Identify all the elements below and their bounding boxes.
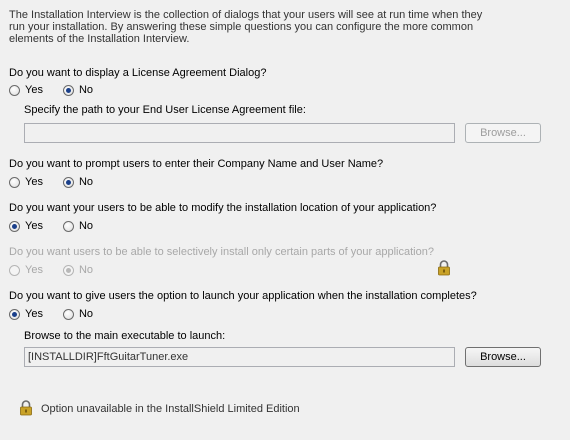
launch-exe-field[interactable]: [INSTALLDIR]FftGuitarTuner.exe [24,347,455,367]
license-browse-button[interactable]: Browse... [465,123,541,143]
lock-icon [437,260,451,276]
launch-exe-label: Browse to the main executable to launch: [24,330,226,342]
license-yes-radio[interactable]: Yes [9,84,43,96]
location-yes-label: Yes [25,220,43,232]
company-radio-group: Yes No [9,175,93,189]
location-no-label: No [78,220,94,232]
license-yes-label: Yes [25,84,43,96]
radio-circle[interactable] [9,308,20,320]
features-no-label: No [78,264,94,276]
license-radio-group: Yes No [9,83,93,97]
location-no-radio[interactable]: No [62,220,94,232]
license-path-label: Specify the path to your End User Licens… [24,104,306,116]
location-yes-radio[interactable]: Yes [9,220,43,232]
license-question: Do you want to display a License Agreeme… [9,67,267,79]
license-path-field[interactable] [24,123,455,143]
location-radio-group: Yes No [9,219,93,233]
license-no-label: No [78,84,94,96]
company-question: Do you want to prompt users to enter the… [9,158,384,170]
radio-circle[interactable] [62,308,74,320]
radio-circle[interactable] [62,220,74,232]
launch-yes-radio[interactable]: Yes [9,308,43,320]
radio-circle[interactable] [9,220,20,232]
radio-circle[interactable] [9,176,20,188]
license-no-radio[interactable]: No [62,84,94,96]
launch-radio-group: Yes No [9,307,93,321]
features-question: Do you want users to be able to selectiv… [9,246,434,258]
radio-circle[interactable] [9,84,20,96]
company-yes-radio[interactable]: Yes [9,176,43,188]
lock-icon [19,400,33,416]
features-no-radio: No [62,264,94,276]
location-question: Do you want your users to be able to mod… [9,202,437,214]
intro-text: The Installation Interview is the collec… [9,9,483,45]
features-radio-group: Yes No [9,263,93,277]
radio-circle [9,264,20,276]
company-no-radio[interactable]: No [62,176,94,188]
radio-circle [62,264,74,276]
features-yes-radio: Yes [9,264,43,276]
company-no-label: No [78,176,94,188]
features-yes-label: Yes [25,264,43,276]
launch-no-label: No [78,308,94,320]
radio-circle[interactable] [62,84,74,96]
launch-browse-button[interactable]: Browse... [465,347,541,367]
company-yes-label: Yes [25,176,43,188]
launch-no-radio[interactable]: No [62,308,94,320]
launch-yes-label: Yes [25,308,43,320]
radio-circle[interactable] [62,176,74,188]
footer-note: Option unavailable in the InstallShield … [41,403,300,415]
launch-question: Do you want to give users the option to … [9,290,477,302]
